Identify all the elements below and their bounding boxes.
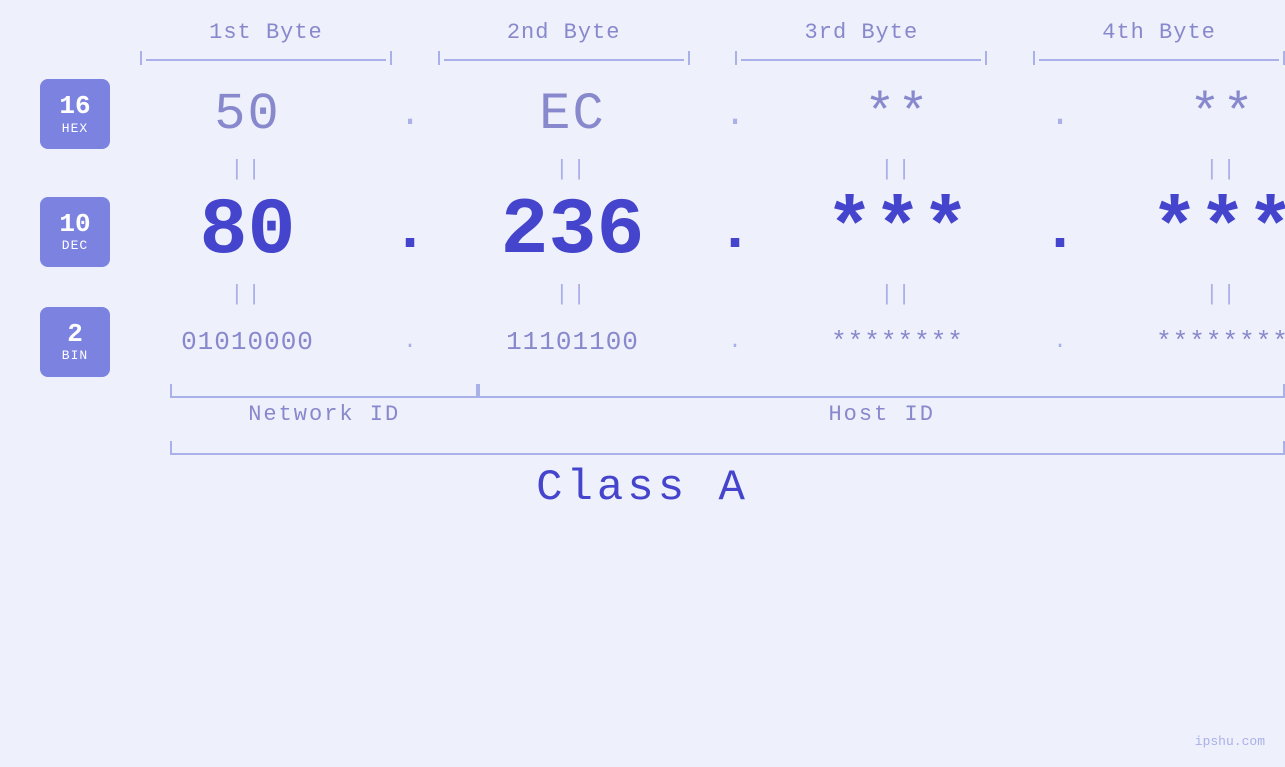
bin-row: 01010000 . 11101100 . ******** . [110,309,1285,374]
network-id-label: Network ID [170,402,478,427]
equals-row-1: || || || || [110,154,1285,184]
byte2-header: 2nd Byte [438,20,690,45]
host-id-label: Host ID [478,402,1285,427]
class-label: Class A [0,463,1285,513]
top-brackets [0,51,1285,69]
dec-byte1: 80 [199,186,295,277]
hex-dot3: . [1049,94,1071,135]
bin-badge: 2 BIN [40,307,110,377]
bin-byte1: 01010000 [181,327,314,357]
hex-byte3: ** [864,85,930,144]
hex-byte4: ** [1189,85,1255,144]
hex-badge: 16 HEX [40,79,110,149]
full-bottom-bracket [0,437,1285,455]
bin-dot2: . [728,329,741,354]
eq2-b3: || [760,282,1035,307]
dec-dot1: . [392,198,428,266]
byte3-header: 3rd Byte [735,20,987,45]
eq1-b4: || [1085,157,1285,182]
eq2-b2: || [435,282,710,307]
dec-badge: 10 DEC [40,197,110,267]
byte4-header: 4th Byte [1033,20,1285,45]
hex-byte2: EC [539,85,605,144]
hex-row: 50 . EC . ** . ** [110,74,1285,154]
hex-byte1: 50 [214,85,280,144]
eq2-b4: || [1085,282,1285,307]
bin-dot3: . [1053,329,1066,354]
eq1-b1: || [110,157,385,182]
byte1-header: 1st Byte [140,20,392,45]
hex-dot2: . [724,94,746,135]
equals-row-2: || || || || [110,279,1285,309]
id-labels: Network ID Host ID [0,402,1285,427]
bin-byte2: 11101100 [506,327,639,357]
dec-row: 80 . 236 . *** . *** [110,184,1285,279]
bin-byte4: ******** [1156,327,1285,357]
dec-byte2: 236 [500,186,644,277]
data-rows: 50 . EC . ** . ** [110,74,1285,374]
eq2-b1: || [110,282,385,307]
hex-dot1: . [399,94,421,135]
badges-column: 16 HEX 10 DEC 2 BIN [40,74,110,374]
watermark: ipshu.com [1195,734,1265,749]
eq1-b3: || [760,157,1035,182]
byte-headers: 1st Byte 2nd Byte 3rd Byte 4th Byte [0,20,1285,45]
dec-dot3: . [1042,198,1078,266]
dec-byte4: *** [1150,186,1285,277]
main-container: 1st Byte 2nd Byte 3rd Byte 4th Byte [0,0,1285,767]
dec-dot2: . [717,198,753,266]
dec-byte3: *** [825,186,969,277]
bin-dot1: . [403,329,416,354]
eq1-b2: || [435,157,710,182]
bin-byte3: ******** [831,327,964,357]
bottom-brackets [0,380,1285,398]
